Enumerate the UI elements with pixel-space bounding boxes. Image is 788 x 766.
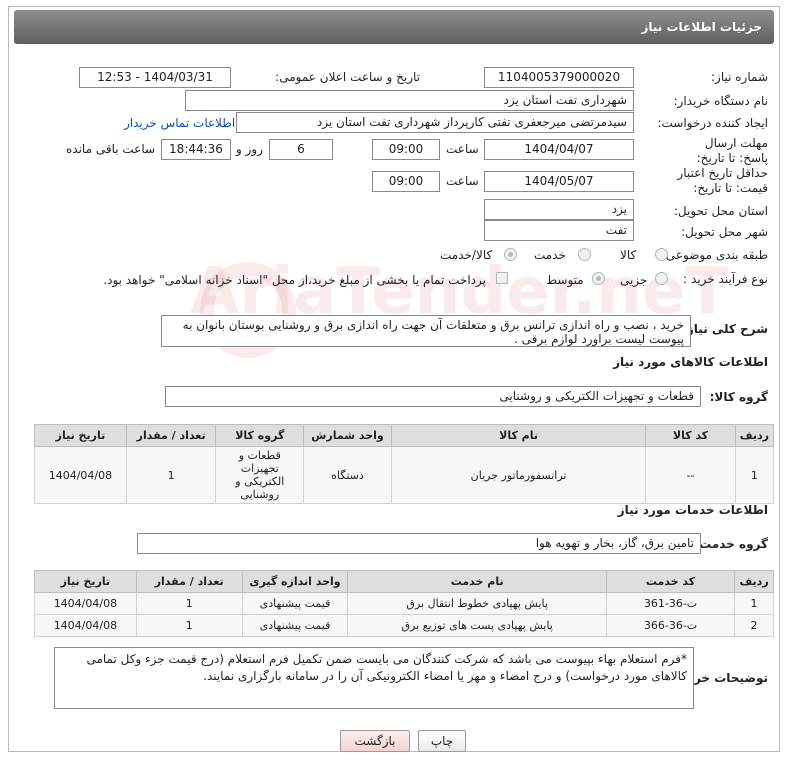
creator-label: ایجاد کننده درخواست:	[657, 116, 768, 130]
services-cell-name: پایش پهپادی پست های توزیع برق	[347, 614, 607, 637]
city-field: تفت	[484, 220, 634, 241]
services-col-qty: تعداد / مقدار	[135, 570, 243, 593]
reply-time-label: ساعت	[446, 142, 479, 156]
goods-cell-group: قطعات و تجهیزات الکتریکی و روشنایی	[215, 446, 305, 504]
category-goods-service-label: کالا/خدمت	[440, 248, 493, 262]
category-goods-service-radio[interactable]	[504, 248, 517, 261]
services-cell-row: 2	[734, 614, 774, 637]
category-label: طبقه بندی موضوعی:	[661, 248, 768, 262]
treasury-note: پرداخت تمام یا بخشی از مبلغ خرید،از محل …	[103, 273, 486, 287]
treasury-checkbox[interactable]	[496, 272, 508, 284]
need-number-field: 1104005379000020	[484, 67, 634, 88]
price-time-label: ساعت	[446, 174, 479, 188]
price-date-field: 1404/05/07	[484, 171, 634, 192]
services-table-row: 2 ت-36-366 پایش پهپادی پست های توزیع برق…	[34, 614, 774, 637]
services-cell-code: ت-36-366	[605, 614, 736, 637]
process-minor-label: جزیی	[620, 273, 648, 287]
services-cell-unit: قیمت پیشنهادی	[241, 592, 349, 615]
services-group-field: تامین برق، گاز، بخار و تهویه هوا	[137, 533, 701, 554]
price-deadline-label: حداقل تاریخ اعتبار قیمت: تا تاریخ:	[677, 166, 768, 195]
goods-group-field: قطعات و تجهیزات الکتریکی و روشنایی	[165, 386, 701, 407]
services-section-title: اطلاعات خدمات مورد نیاز	[617, 503, 768, 517]
services-col-unit: واحد اندازه گیری	[241, 570, 349, 593]
category-service-radio[interactable]	[578, 248, 591, 261]
back-button[interactable]: بازگشت	[340, 730, 410, 752]
services-table-row: 1 ت-36-361 پایش پهپادی خطوط انتقال برق ق…	[34, 592, 774, 615]
reply-date-field: 1404/04/07	[484, 139, 634, 160]
goods-col-name: نام کالا	[390, 424, 647, 447]
services-cell-date: 1404/04/08	[34, 592, 137, 615]
print-button[interactable]: چاپ	[418, 730, 466, 752]
contact-buyer-link[interactable]: اطلاعات تماس خریدار	[124, 116, 235, 130]
goods-col-qty: تعداد / مقدار	[125, 424, 217, 447]
services-col-row: ردیف	[734, 570, 774, 593]
services-cell-row: 1	[734, 592, 774, 615]
days-label: روز و	[236, 142, 263, 156]
process-medium-radio[interactable]	[592, 272, 605, 285]
city-label: شهر محل تحویل:	[681, 225, 768, 239]
services-col-name: نام خدمت	[347, 570, 607, 593]
process-label: نوع فرآیند خرید :	[683, 272, 768, 286]
services-group-label: گروه خدمت:	[694, 537, 768, 551]
goods-col-date: تاریخ نیاز	[34, 424, 127, 447]
goods-cell-code: --	[645, 446, 736, 504]
goods-col-group: گروه کالا	[215, 424, 305, 447]
services-cell-qty: 1	[135, 614, 243, 637]
page-title: جزئیات اطلاعات نیاز	[641, 20, 762, 34]
goods-group-label: گروه کالا:	[709, 390, 768, 404]
process-minor-radio[interactable]	[655, 272, 668, 285]
category-goods-label: کالا	[620, 248, 637, 262]
goods-cell-row: 1	[734, 446, 775, 504]
province-field: یزد	[484, 199, 634, 220]
category-service-label: خدمت	[534, 248, 566, 262]
creator-field: سیدمرتضی میرجعفری تفتی کارپرداز شهرداری …	[236, 112, 634, 133]
remaining-label: ساعت باقی مانده	[66, 142, 156, 156]
goods-cell-date: 1404/04/08	[34, 446, 127, 504]
goods-cell-qty: 1	[125, 446, 217, 504]
description-label: شرح کلی نیاز:	[682, 322, 768, 336]
services-table: ردیف کد خدمت نام خدمت واحد اندازه گیری ت…	[34, 570, 774, 637]
province-label: استان محل تحویل:	[673, 204, 768, 218]
reply-time-field: 09:00	[372, 139, 440, 160]
goods-cell-unit: دستگاه	[303, 446, 392, 504]
goods-cell-name: ترانسفورماتور جریان	[390, 446, 647, 504]
goods-col-code: کد کالا	[645, 424, 736, 447]
goods-table-row: 1 -- ترانسفورماتور جریان دستگاه قطعات و …	[34, 446, 775, 504]
need-number-label: شماره نیاز:	[711, 70, 768, 84]
announce-label: تاریخ و ساعت اعلان عمومی:	[275, 70, 420, 84]
page-header: جزئیات اطلاعات نیاز	[14, 10, 774, 44]
countdown-field: 18:44:36	[161, 139, 231, 160]
buyer-notes-field: *فرم استعلام بهاء بپیوست می باشد که شرکت…	[54, 647, 694, 709]
category-goods-radio[interactable]	[655, 248, 668, 261]
services-cell-date: 1404/04/08	[34, 614, 137, 637]
services-cell-qty: 1	[135, 592, 243, 615]
announce-field: 1404/03/31 - 12:53	[79, 67, 231, 88]
goods-col-unit: واحد شمارش	[303, 424, 392, 447]
goods-section-title: اطلاعات کالاهای مورد نیاز	[613, 355, 768, 369]
goods-col-row: ردیف	[734, 424, 775, 447]
services-cell-code: ت-36-361	[605, 592, 736, 615]
services-col-code: کد خدمت	[605, 570, 736, 593]
buyer-org-field: شهرداری تفت استان یزد	[185, 90, 634, 111]
reply-deadline-label: مهلت ارسال پاسخ: تا تاریخ:	[696, 136, 768, 165]
services-cell-unit: قیمت پیشنهادی	[241, 614, 349, 637]
price-time-field: 09:00	[372, 171, 440, 192]
goods-table: ردیف کد کالا نام کالا واحد شمارش گروه کا…	[34, 424, 775, 504]
process-medium-label: متوسط	[546, 273, 584, 287]
description-field: خرید ، نصب و راه اندازی ترانس برق و متعل…	[161, 315, 691, 347]
buyer-org-label: نام دستگاه خریدار:	[673, 94, 769, 108]
services-cell-name: پایش پهپادی خطوط انتقال برق	[347, 592, 607, 615]
services-col-date: تاریخ نیاز	[34, 570, 137, 593]
days-field: 6	[269, 139, 333, 160]
